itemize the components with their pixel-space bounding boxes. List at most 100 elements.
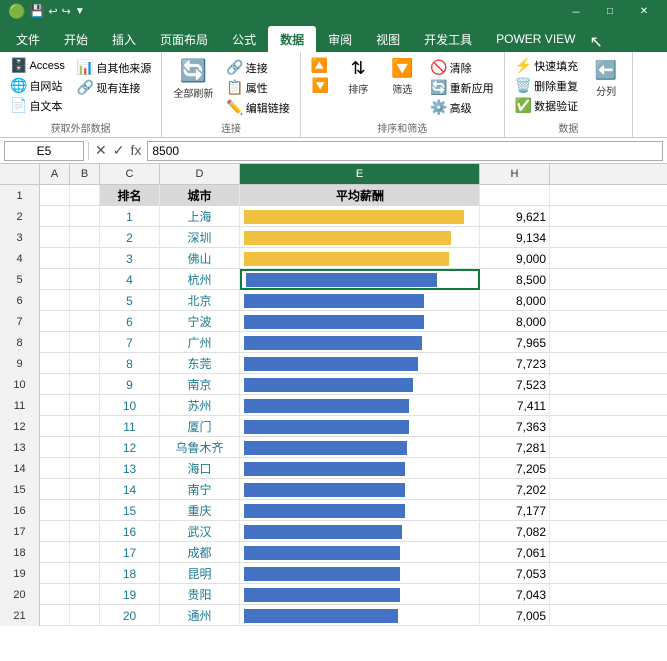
tab-page-layout[interactable]: 页面布局: [148, 26, 220, 52]
cell-b[interactable]: [70, 605, 100, 626]
cancel-formula-button[interactable]: ✕: [93, 142, 109, 159]
quick-save-icon[interactable]: 💾: [29, 4, 44, 18]
cell-rank[interactable]: 16: [100, 521, 160, 542]
cell-b[interactable]: [70, 269, 100, 290]
cell-b[interactable]: [70, 584, 100, 605]
sort-button[interactable]: ⇅ 排序: [338, 56, 378, 98]
cell-salary-bar[interactable]: [240, 416, 480, 437]
cell-salary-bar[interactable]: [240, 542, 480, 563]
cell-rank[interactable]: 19: [100, 584, 160, 605]
cell-b[interactable]: [70, 227, 100, 248]
cell-rank[interactable]: 20: [100, 605, 160, 626]
cell-salary-bar[interactable]: [240, 500, 480, 521]
cell-b[interactable]: [70, 374, 100, 395]
text-button[interactable]: 📄 自文本: [6, 96, 69, 115]
cell-rank[interactable]: 11: [100, 416, 160, 437]
cell-value[interactable]: 8,000: [480, 290, 550, 311]
cell-b[interactable]: [70, 437, 100, 458]
insert-function-button[interactable]: fx: [128, 142, 143, 159]
cell-a[interactable]: [40, 206, 70, 227]
edit-links-button[interactable]: ✏️ 编辑链接: [222, 98, 293, 117]
cell-salary-bar[interactable]: [240, 311, 480, 332]
flash-fill-button[interactable]: ⚡ 快速填充: [511, 56, 582, 75]
customize-icon[interactable]: ▼: [75, 6, 85, 17]
cell-a[interactable]: [40, 437, 70, 458]
cell-salary-bar[interactable]: [240, 353, 480, 374]
cell-salary-bar[interactable]: [240, 206, 480, 227]
cell-rank[interactable]: 4: [100, 269, 160, 290]
clear-button[interactable]: 🚫 清除: [426, 58, 497, 77]
col-header-c[interactable]: C: [100, 164, 160, 184]
web-button[interactable]: 🌐 自网站: [6, 76, 69, 95]
cell-a[interactable]: [40, 185, 70, 206]
cell-a[interactable]: [40, 563, 70, 584]
cell-a[interactable]: [40, 521, 70, 542]
cell-city[interactable]: 城市: [160, 185, 240, 206]
cell-value[interactable]: 7,965: [480, 332, 550, 353]
cell-salary-bar[interactable]: [240, 374, 480, 395]
cell-rank[interactable]: 17: [100, 542, 160, 563]
tab-home[interactable]: 开始: [52, 26, 100, 52]
cell-salary-bar[interactable]: [240, 605, 480, 626]
cell-value[interactable]: 7,281: [480, 437, 550, 458]
cell-value[interactable]: 7,205: [480, 458, 550, 479]
cell-rank[interactable]: 12: [100, 437, 160, 458]
cell-rank[interactable]: 15: [100, 500, 160, 521]
cell-rank[interactable]: 9: [100, 374, 160, 395]
cell-a[interactable]: [40, 479, 70, 500]
reapply-button[interactable]: 🔄 重新应用: [426, 78, 497, 97]
cell-value[interactable]: 7,202: [480, 479, 550, 500]
sort-asc-button[interactable]: 🔼: [307, 56, 334, 75]
cell-value[interactable]: 7,177: [480, 500, 550, 521]
cell-a[interactable]: [40, 458, 70, 479]
cell-rank[interactable]: 7: [100, 332, 160, 353]
redo-icon[interactable]: ↪: [62, 5, 71, 18]
cell-rank[interactable]: 18: [100, 563, 160, 584]
cell-rank[interactable]: 6: [100, 311, 160, 332]
cell-value[interactable]: 8,500: [480, 269, 550, 290]
cell-b[interactable]: [70, 563, 100, 584]
filter-button[interactable]: 🔽 筛选: [382, 56, 422, 98]
col-header-b[interactable]: B: [70, 164, 100, 184]
col-header-e[interactable]: E: [240, 164, 480, 184]
cell-city[interactable]: 苏州: [160, 395, 240, 416]
cell-city[interactable]: 南宁: [160, 479, 240, 500]
col-header-a[interactable]: A: [40, 164, 70, 184]
cell-rank[interactable]: 14: [100, 479, 160, 500]
cell-b[interactable]: [70, 206, 100, 227]
cell-b[interactable]: [70, 311, 100, 332]
tab-power-view[interactable]: POWER VIEW: [484, 26, 587, 52]
cell-rank[interactable]: 2: [100, 227, 160, 248]
cell-salary-bar[interactable]: 平均薪酬: [240, 185, 480, 206]
cell-city[interactable]: 深圳: [160, 227, 240, 248]
sort-desc-button[interactable]: 🔽: [308, 76, 333, 95]
tab-review[interactable]: 审阅: [316, 26, 364, 52]
cell-value[interactable]: 7,043: [480, 584, 550, 605]
cell-salary-bar[interactable]: [240, 584, 480, 605]
cell-rank[interactable]: 1: [100, 206, 160, 227]
cell-rank[interactable]: 13: [100, 458, 160, 479]
cell-salary-bar[interactable]: [240, 479, 480, 500]
cell-city[interactable]: 东莞: [160, 353, 240, 374]
cell-a[interactable]: [40, 248, 70, 269]
cell-city[interactable]: 杭州: [160, 269, 240, 290]
cell-a[interactable]: [40, 416, 70, 437]
cell-b[interactable]: [70, 290, 100, 311]
cell-a[interactable]: [40, 395, 70, 416]
property-button[interactable]: 📋 属性: [222, 78, 293, 97]
cell-value[interactable]: 7,723: [480, 353, 550, 374]
cell-b[interactable]: [70, 521, 100, 542]
cell-rank[interactable]: 3: [100, 248, 160, 269]
cell-value[interactable]: [480, 185, 550, 206]
cell-city[interactable]: 成都: [160, 542, 240, 563]
cell-value[interactable]: 7,363: [480, 416, 550, 437]
cell-value[interactable]: 7,061: [480, 542, 550, 563]
cell-city[interactable]: 宁波: [160, 311, 240, 332]
cell-city[interactable]: 厦门: [160, 416, 240, 437]
cell-value[interactable]: 8,000: [480, 311, 550, 332]
cell-value[interactable]: 7,082: [480, 521, 550, 542]
advanced-button[interactable]: ⚙️ 高级: [426, 98, 497, 117]
cell-city[interactable]: 贵阳: [160, 584, 240, 605]
cell-rank[interactable]: 8: [100, 353, 160, 374]
cell-b[interactable]: [70, 353, 100, 374]
